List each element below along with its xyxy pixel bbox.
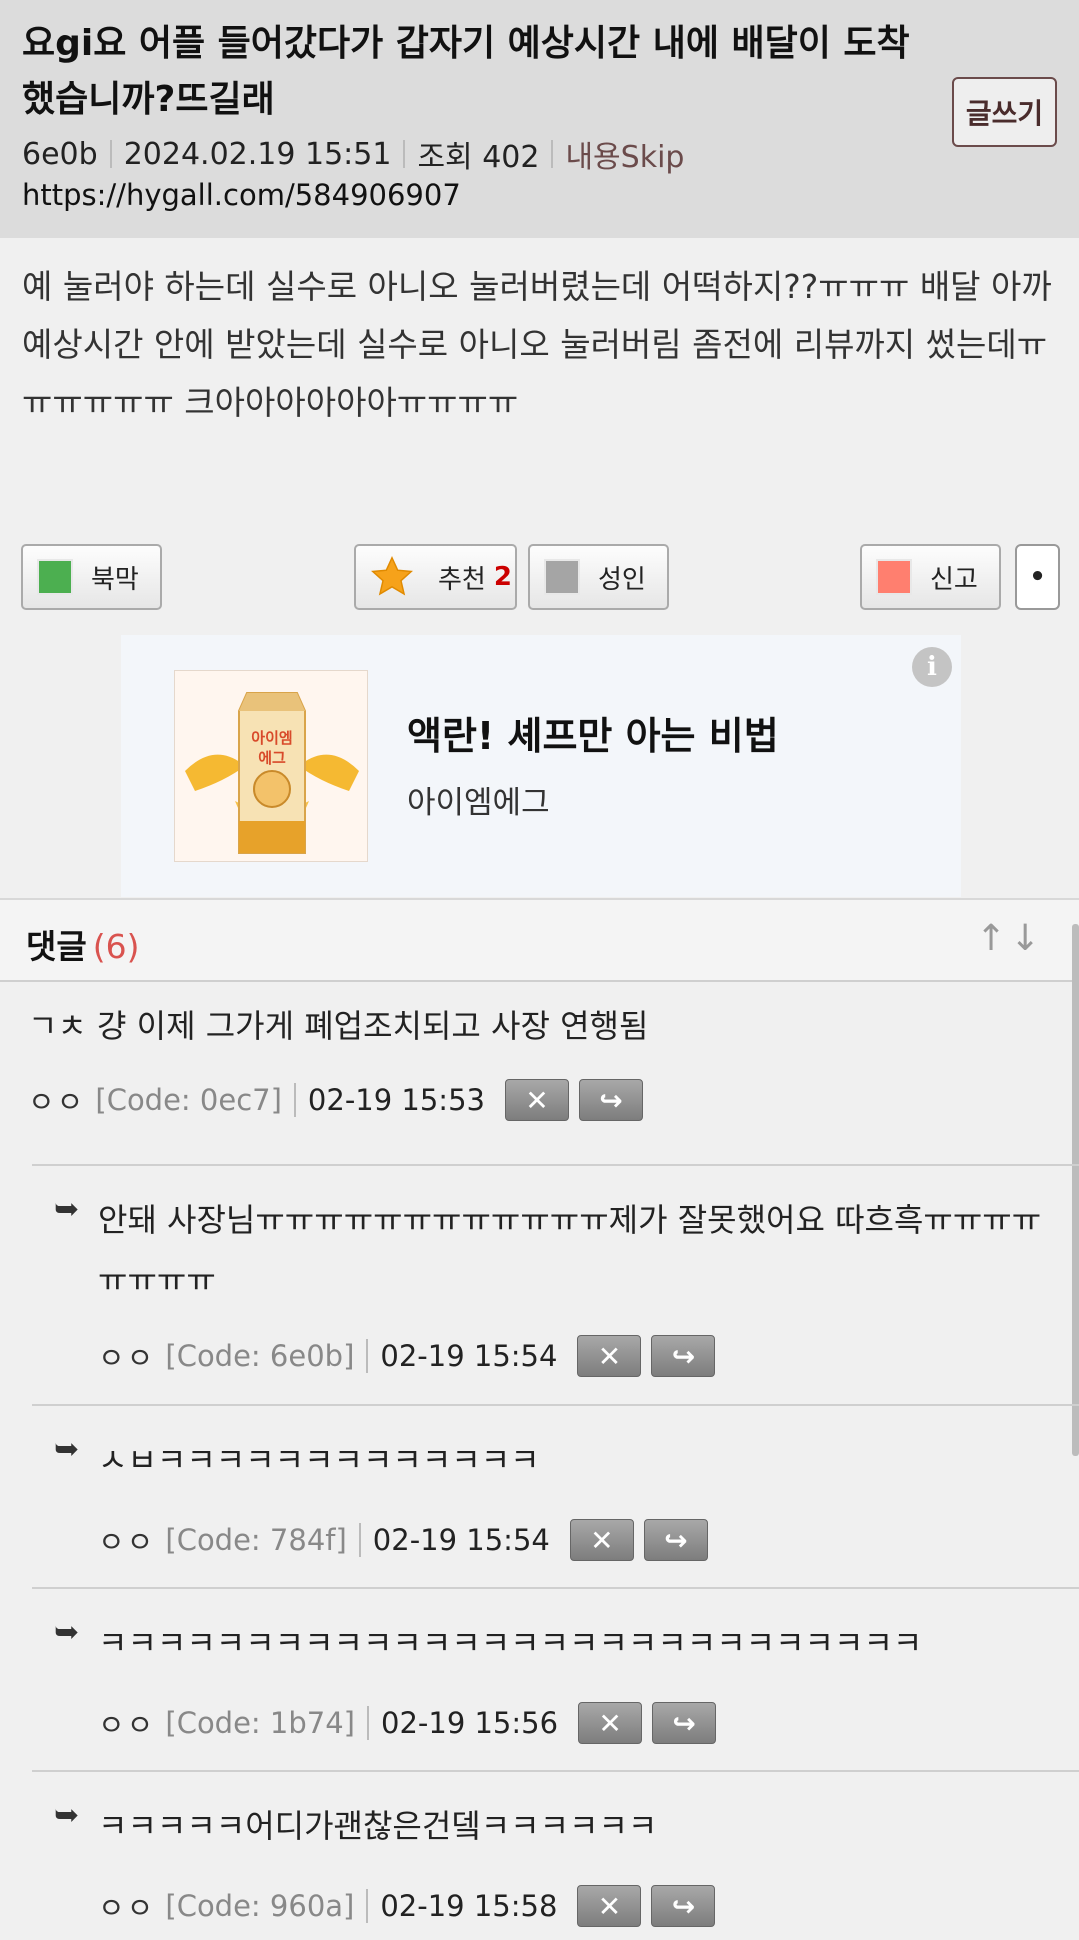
comments-label: 댓글 [26,927,87,966]
comment-text: ㅋㅋㅋㅋㅋ어디가괜찮은건뎈ㅋㅋㅋㅋㅋㅋ [98,1807,658,1845]
recommend-button[interactable]: 추천 2 [354,544,517,610]
comment-time: 02-19 15:53 [307,1083,485,1117]
reply-comment-item: ➥ ㅋㅋㅋㅋㅋㅋㅋㅋㅋㅋㅋㅋㅋㅋㅋㅋㅋㅋㅋㅋㅋㅋㅋㅋㅋㅋㅋㅋ ㅇㅇ [Code:… [0,1589,1079,1769]
comments-header: 댓글 (6) ↑↓ [0,898,1079,982]
report-icon [876,559,912,595]
reply-button[interactable]: ↪ [651,1885,716,1927]
delete-comment-button[interactable]: ✕ [569,1519,634,1561]
comment-meta: ㅇㅇ [Code: 6e0b] 02-19 15:54 ✕ ↪ [98,1334,716,1378]
comment-nick: ㅇㅇ [28,1085,86,1119]
comment-nick: ㅇㅇ [98,1708,156,1742]
reply-comment-item: ➥ ㅋㅋㅋㅋㅋ어디가괜찮은건뎈ㅋㅋㅋㅋㅋㅋ ㅇㅇ [Code: 960a] 02… [0,1772,1079,1940]
comment-time: 02-19 15:56 [381,1706,559,1740]
comment-nick: ㅇㅇ [98,1891,156,1925]
comment-code: [Code: 1b74] [165,1706,355,1740]
post-body: 예 눌러야 하는데 실수로 아니오 눌러버렸는데 어떡하지??ㅠㅠㅠ 배달 아까… [22,267,1052,422]
comment-code: [Code: 0ec7] [95,1083,282,1117]
bookmark-button[interactable]: 북막 [21,544,162,610]
delete-comment-button[interactable]: ✕ [504,1079,569,1121]
reply-button[interactable]: ↪ [578,1079,643,1121]
comment-time: 02-19 15:54 [380,1339,558,1373]
comment-count: (6) [92,927,140,966]
divider [551,140,554,168]
divider [367,1706,369,1740]
recommend-label: 추천 [438,564,486,595]
comment-meta: ㅇㅇ [Code: 1b74] 02-19 15:56 ✕ ↪ [98,1701,717,1745]
egg-carton-image: 아이엠 에그 [185,692,359,854]
divider [403,140,406,168]
divider [358,1523,361,1557]
write-button[interactable]: 글쓰기 [952,77,1057,147]
report-label: 신고 [930,564,978,595]
comment-nick: ㅇㅇ [98,1525,156,1559]
reply-comment-item: ➥ ㅅㅂㅋㅋㅋㅋㅋㅋㅋㅋㅋㅋㅋㅋㅋ ㅇㅇ [Code: 784f] 02-19 … [0,1406,1079,1586]
post-date: 2024.02.19 15:51 [123,136,392,172]
comment-code: [Code: 6e0b] [165,1339,355,1373]
view-count: 조회 402 [417,140,540,175]
skip-content-link[interactable]: 내용Skip [565,132,684,176]
adult-label: 성인 [598,564,646,595]
adult-icon [544,559,580,595]
ad-banner[interactable]: 아이엠 에그 액란! 셰프만 아는 비법 아이엠에그 i [121,635,961,897]
reply-button[interactable]: ↪ [643,1519,708,1561]
comment-item: ㄱㅊ 걍 이제 그가게 폐업조치되고 사장 연행됨 ㅇㅇ [Code: 0ec7… [0,984,1079,1164]
comment-time: 02-19 15:54 [372,1523,550,1557]
info-icon[interactable]: i [912,647,952,687]
post-header: 요gi요 어플 들어갔다가 갑자기 예상시간 내에 배달이 도착했습니까?뜨길래… [0,0,1079,238]
comment-text: ㅋㅋㅋㅋㅋㅋㅋㅋㅋㅋㅋㅋㅋㅋㅋㅋㅋㅋㅋㅋㅋㅋㅋㅋㅋㅋㅋㅋ [98,1624,923,1662]
reply-arrow-icon: ➥ [54,1432,80,1467]
reply-button[interactable]: ↪ [651,1335,716,1377]
post-title: 요gi요 어플 들어갔다가 갑자기 예상시간 내에 배달이 도착했습니까?뜨길래 [22,23,910,120]
author-name[interactable]: 6e0b [22,137,98,172]
ad-product-text: 아이엠 [251,729,292,747]
reply-comment-item: ➥ 안돼 사장님ㅠㅠㅠㅠㅠㅠㅠㅠㅠㅠㅠㅠ제가 잘못했어요 따흐흑ㅠㅠㅠㅠㅠㅠㅠㅠ… [0,1166,1079,1404]
divider [366,1889,369,1923]
comment-nick: ㅇㅇ [98,1341,156,1375]
ad-product-image[interactable]: 아이엠 에그 [174,670,368,862]
comment-text: ㄱㅊ 걍 이제 그가게 폐업조치되고 사장 연행됨 [28,1007,649,1045]
delete-comment-button[interactable]: ✕ [577,1335,642,1377]
sort-arrows-icon[interactable]: ↑↓ [976,918,1044,959]
delete-comment-button[interactable]: ✕ [577,1885,642,1927]
comment-meta: ㅇㅇ [Code: 784f] 02-19 15:54 ✕ ↪ [98,1518,708,1562]
star-icon [371,555,413,596]
comment-time: 02-19 15:58 [380,1889,558,1923]
comment-text: 안돼 사장님ㅠㅠㅠㅠㅠㅠㅠㅠㅠㅠㅠㅠ제가 잘못했어요 따흐흑ㅠㅠㅠㅠㅠㅠㅠㅠ [98,1201,1042,1299]
comment-code: [Code: 784f] [165,1523,347,1557]
divider [293,1083,296,1117]
reply-arrow-icon: ➥ [54,1192,80,1227]
reply-arrow-icon: ➥ [54,1615,80,1650]
divider [109,140,112,168]
comments-title: 댓글 (6) [26,920,139,968]
divider [366,1339,369,1373]
comment-code: [Code: 960a] [165,1889,355,1923]
delete-comment-button[interactable]: ✕ [578,1702,643,1744]
ad-product-text: 에그 [258,749,286,767]
post-url[interactable]: https://hygall.com/584906907 [22,178,461,212]
comment-meta: ㅇㅇ [Code: 0ec7] 02-19 15:53 ✕ ↪ [28,1078,643,1122]
ad-advertiser[interactable]: 아이엠에그 [407,777,550,822]
more-options-button[interactable]: • [1015,544,1060,610]
comment-text: ㅅㅂㅋㅋㅋㅋㅋㅋㅋㅋㅋㅋㅋㅋㅋ [98,1441,540,1479]
adult-button[interactable]: 성인 [528,544,669,610]
report-button[interactable]: 신고 [860,544,1001,610]
comment-meta: ㅇㅇ [Code: 960a] 02-19 15:58 ✕ ↪ [98,1884,716,1928]
recommend-count: 2 [493,562,512,592]
bookmark-label: 북막 [91,564,139,595]
post-meta: 6e0b 2024.02.19 15:51 조회 402 내용Skip [22,132,684,176]
bookmark-icon [37,559,73,595]
reply-arrow-icon: ➥ [54,1798,80,1833]
reply-button[interactable]: ↪ [652,1702,717,1744]
ad-headline[interactable]: 액란! 셰프만 아는 비법 [407,705,779,760]
